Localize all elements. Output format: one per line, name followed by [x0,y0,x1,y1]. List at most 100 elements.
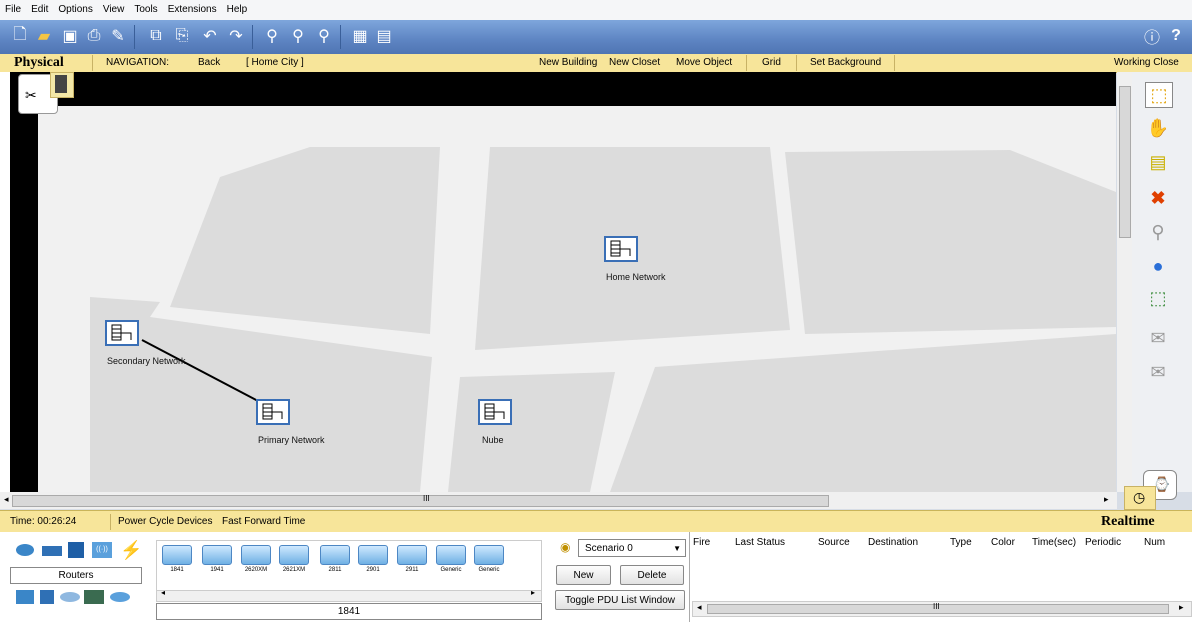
column-num[interactable]: Num [1144,537,1165,548]
fast-forward-button[interactable]: Fast Forward Time [222,511,305,533]
building-icon [604,236,638,262]
open-folder-icon[interactable]: ▰ [34,26,54,46]
column-time[interactable]: Time(sec) [1032,537,1076,548]
column-fire[interactable]: Fire [693,537,710,548]
model-scrollbar[interactable]: ◂ ▸ [156,588,542,602]
router-model-2811[interactable]: 2811 [320,545,350,581]
router-model-generic[interactable]: Generic [436,545,466,581]
device-categories: ((·)) ⚡ [16,540,148,562]
grid-button[interactable]: Grid [762,54,781,72]
floating-panel-tab[interactable] [50,72,74,98]
scroll-left-icon[interactable]: ◂ [161,588,165,597]
connections-icon[interactable]: ⚡ [120,540,142,561]
custom-devices-icon[interactable] [84,590,104,604]
menu-edit[interactable]: Edit [26,0,53,20]
hand-tool-icon[interactable]: ✋ [1145,116,1171,140]
move-object-button[interactable]: Move Object [676,54,732,72]
router-model-2621xm[interactable]: 2621XM [279,545,309,581]
activity-wizard-icon[interactable]: ✎ [108,26,128,46]
router-model-2620xm[interactable]: 2620XM [241,545,271,581]
physical-tab[interactable]: Physical [14,54,64,72]
menu-options[interactable]: Options [53,0,97,20]
back-button[interactable]: Back [198,54,220,72]
zoom-reset-icon[interactable]: ⚲ [288,26,308,46]
delete-tool-icon[interactable]: ✖ [1145,186,1171,210]
paste-icon[interactable]: ⎘ [172,26,192,46]
scroll-right-icon[interactable]: ▸ [531,588,535,597]
primary-network-device[interactable] [256,399,290,425]
scroll-right-icon[interactable]: ▸ [1179,602,1184,613]
note-tool-icon[interactable]: ▤ [1145,150,1171,174]
realtime-tab[interactable]: Realtime [1101,511,1155,533]
wan-emulation-icon[interactable] [60,592,80,602]
column-periodic[interactable]: Periodic [1085,537,1121,548]
new-file-icon[interactable]: 🗋 [10,26,30,46]
column-color[interactable]: Color [991,537,1015,548]
menu-file[interactable]: File [0,0,26,20]
save-icon[interactable]: ▣ [60,26,80,46]
toggle-pdu-list-button[interactable]: Toggle PDU List Window [555,590,685,610]
router-model-2901[interactable]: 2901 [358,545,388,581]
power-cycle-button[interactable]: Power Cycle Devices [118,511,212,533]
inspect-tool-icon[interactable]: ⚲ [1145,220,1171,244]
realtime-mode-icon[interactable]: ◷ [1124,486,1156,510]
column-last-status[interactable]: Last Status [735,537,785,548]
router-icon [436,545,466,565]
palette-icon[interactable]: ▦ [350,26,370,46]
shape-tool-icon[interactable]: ● [1145,254,1171,278]
wireless-icon[interactable]: ((·)) [92,542,112,558]
switches-icon[interactable] [42,546,62,556]
new-closet-button[interactable]: New Closet [609,54,660,72]
secondary-network-device[interactable] [105,320,139,346]
pdu-scrollbar[interactable]: ◂ III ▸ [692,601,1192,617]
new-scenario-button[interactable]: New [556,565,611,585]
help-icon[interactable]: ? [1166,26,1186,46]
new-building-button[interactable]: New Building [539,54,597,72]
redo-icon[interactable]: ↷ [226,26,246,46]
scroll-left-icon[interactable]: ◂ [4,494,9,505]
hubs-icon[interactable] [68,542,84,558]
menu-help[interactable]: Help [222,0,253,20]
undo-icon[interactable]: ↶ [200,26,220,46]
scenario-select[interactable]: Scenario 0 ▼ [578,539,686,557]
end-devices-icon[interactable] [16,590,34,604]
device-label: Secondary Network [107,356,186,366]
scroll-left-icon[interactable]: ◂ [697,602,702,613]
menu-extensions[interactable]: Extensions [163,0,222,20]
routers-icon[interactable] [16,544,34,556]
scroll-thumb[interactable]: III [707,602,1169,614]
menu-tools[interactable]: Tools [129,0,162,20]
print-icon[interactable]: ⎙ [84,26,104,46]
menu-view[interactable]: View [98,0,130,20]
scroll-thumb[interactable]: III [12,494,829,507]
add-simple-pdu-icon[interactable]: ✉ [1145,326,1171,350]
column-type[interactable]: Type [950,537,972,548]
set-background-button[interactable]: Set Background [810,54,881,72]
info-icon[interactable]: ⓘ [1142,26,1162,47]
scroll-thumb[interactable] [1119,86,1131,238]
scroll-right-icon[interactable]: ▸ [1104,494,1109,505]
security-icon[interactable] [40,590,54,604]
router-model-1941[interactable]: 1941 [202,545,232,581]
router-model-2911[interactable]: 2911 [397,545,427,581]
add-complex-pdu-icon[interactable]: ✉ [1145,360,1171,384]
zoom-out-icon[interactable]: ⚲ [314,26,334,46]
column-destination[interactable]: Destination [868,537,918,548]
multiuser-icon[interactable] [110,592,130,602]
custom-device-icon[interactable]: ▤ [374,26,394,46]
select-tool-icon[interactable]: ⬚ [1145,82,1173,108]
zoom-in-icon[interactable]: ⚲ [262,26,282,46]
vertical-scrollbar[interactable] [1117,72,1132,492]
copy-icon[interactable]: ⧉ [146,26,166,46]
physical-workspace[interactable] [10,72,1116,492]
horizontal-scrollbar[interactable]: ◂ III ▸ [0,492,1117,509]
resize-tool-icon[interactable]: ⬚ [1145,286,1171,310]
working-closet-button[interactable]: Working Close [1114,54,1179,72]
router-model-generic[interactable]: Generic [474,545,504,581]
router-model-1841[interactable]: 1841 [162,545,192,581]
delete-scenario-button[interactable]: Delete [620,565,684,585]
home-network-device[interactable] [604,236,638,262]
nube-device[interactable] [478,399,512,425]
column-source[interactable]: Source [818,537,850,548]
router-icon [320,545,350,565]
